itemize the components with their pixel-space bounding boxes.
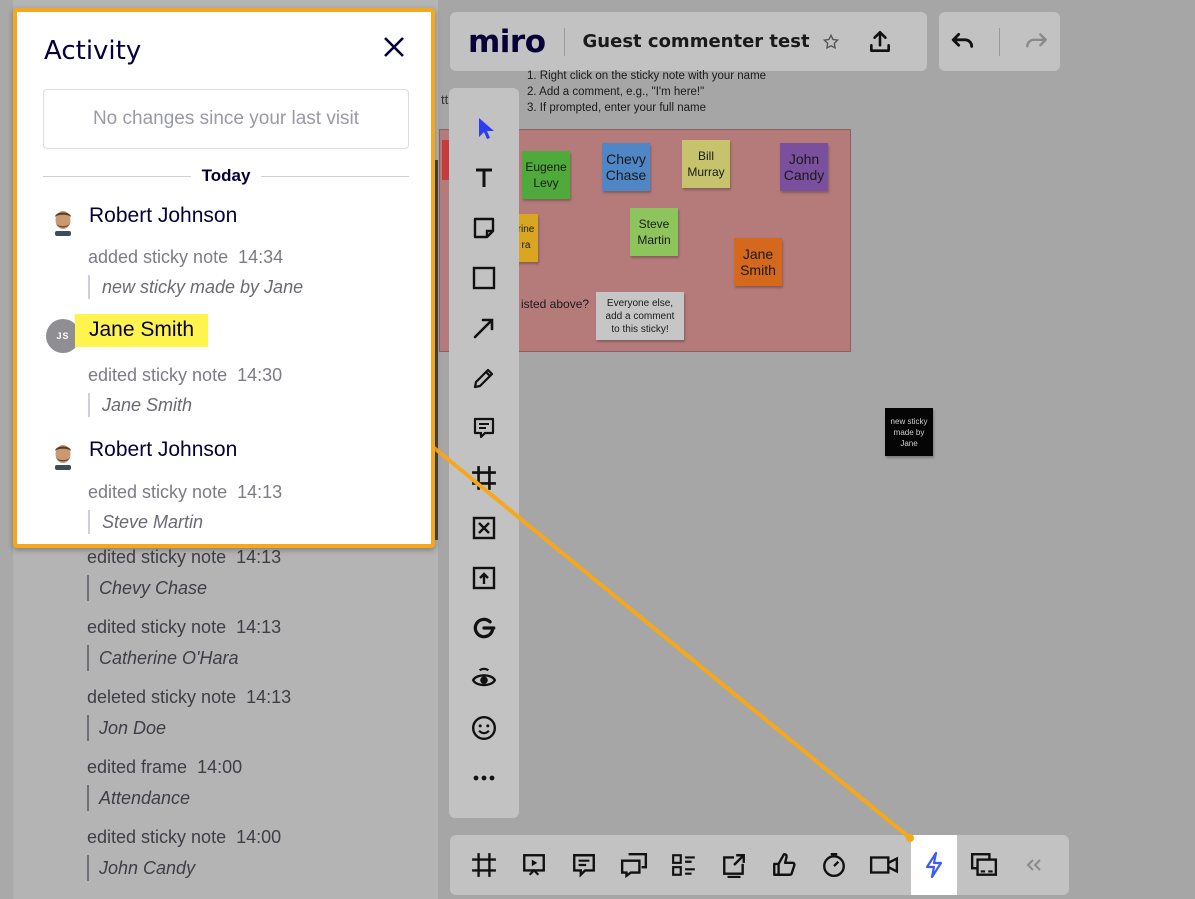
miro-logo[interactable]: miro xyxy=(468,24,546,60)
frame-question-text[interactable]: isted above? xyxy=(521,297,589,311)
comments-icon[interactable] xyxy=(564,845,604,885)
more-icon[interactable] xyxy=(464,758,504,798)
sticky-note[interactable]: Eugene Levy xyxy=(522,151,570,199)
sticky-note[interactable]: Steve Martin xyxy=(630,208,678,256)
upload-icon[interactable] xyxy=(464,558,504,598)
frame-title[interactable]: tt xyxy=(441,92,448,107)
close-icon[interactable] xyxy=(379,32,409,62)
select-icon[interactable] xyxy=(464,108,504,148)
pen-icon[interactable] xyxy=(464,358,504,398)
sticky-note[interactable]: Chevy Chase xyxy=(602,143,650,191)
card-view-icon[interactable] xyxy=(964,845,1004,885)
instruction-line: 3. If prompted, enter your full name xyxy=(527,102,706,114)
eye-icon[interactable] xyxy=(464,658,504,698)
redo-icon[interactable] xyxy=(1016,22,1056,62)
activity-entry-action: edited sticky note 14:30 xyxy=(88,365,283,385)
date-separator: Today xyxy=(43,166,409,186)
activity-entry-object[interactable]: Attendance xyxy=(87,785,190,811)
upload-icon[interactable] xyxy=(860,22,900,62)
activity-panel: Activity No changes since your last visi… xyxy=(13,8,435,548)
instructions-text[interactable]: 1. Right click on the sticky note with y… xyxy=(527,68,766,116)
divider xyxy=(999,27,1000,56)
avatar xyxy=(46,205,80,239)
voting-icon[interactable] xyxy=(764,845,804,885)
video-icon[interactable] xyxy=(864,845,904,885)
bottom-toolbar xyxy=(450,835,1069,895)
google-icon[interactable] xyxy=(464,608,504,648)
emoji-icon[interactable] xyxy=(464,708,504,748)
share-screen-icon[interactable] xyxy=(714,845,754,885)
activity-entry-action: added sticky note 14:34 xyxy=(88,247,284,267)
cards-icon[interactable] xyxy=(664,845,704,885)
sticky-note-icon[interactable] xyxy=(464,208,504,248)
text-icon[interactable] xyxy=(464,158,504,198)
sticky-note-new[interactable]: new sticky made by Jane xyxy=(885,408,933,456)
avatar xyxy=(46,439,80,473)
chat-icon[interactable] xyxy=(614,845,654,885)
date-label: Today xyxy=(201,166,251,185)
no-changes-notice: No changes since your last visit xyxy=(43,89,409,149)
activity-entry-object[interactable]: new sticky made by Jane xyxy=(88,275,303,299)
activity-icon[interactable] xyxy=(911,835,957,895)
activity-entry-action: edited sticky note 14:13 xyxy=(87,547,282,567)
star-icon[interactable] xyxy=(822,33,840,51)
activity-user-name: Jane Smith xyxy=(75,314,209,347)
presentation-icon[interactable] xyxy=(514,845,554,885)
undo-redo-bar xyxy=(939,12,1060,71)
activity-entry-object[interactable]: Jane Smith xyxy=(88,393,192,417)
frames-icon[interactable] xyxy=(464,845,504,885)
connection-line-icon[interactable] xyxy=(464,308,504,348)
shape-icon[interactable] xyxy=(464,258,504,298)
activity-entry-action: edited sticky note 14:13 xyxy=(87,617,282,637)
activity-entry-action: edited sticky note 14:00 xyxy=(87,827,282,847)
collapse-icon[interactable] xyxy=(1014,845,1054,885)
divider xyxy=(261,175,409,177)
activity-entry-object[interactable]: John Candy xyxy=(87,855,195,881)
activity-entry-object[interactable]: Jon Doe xyxy=(87,715,166,741)
activity-entry-object[interactable]: Catherine O'Hara xyxy=(87,645,239,671)
sticky-note[interactable]: Jane Smith xyxy=(734,238,782,286)
activity-user-name: Robert Johnson xyxy=(89,204,238,227)
crop-icon[interactable] xyxy=(464,508,504,548)
sticky-note[interactable]: Everyone else, add a comment to this sti… xyxy=(596,292,684,340)
activity-entry-action: edited frame 14:00 xyxy=(87,757,243,777)
top-bar: miro Guest commenter test xyxy=(450,12,927,71)
timer-icon[interactable] xyxy=(814,845,854,885)
divider xyxy=(43,175,191,177)
sticky-note[interactable]: Bill Murray xyxy=(682,140,730,188)
activity-user-name: Robert Johnson xyxy=(89,438,238,461)
activity-entry-object[interactable]: Chevy Chase xyxy=(87,575,207,601)
activity-entry-object[interactable]: Steve Martin xyxy=(88,510,203,534)
undo-icon[interactable] xyxy=(943,22,983,62)
instruction-line: 1. Right click on the sticky note with y… xyxy=(527,70,767,82)
board-title[interactable]: Guest commenter test xyxy=(583,31,810,52)
instruction-line: 2. Add a comment, e.g., "I'm here!" xyxy=(527,86,705,98)
activity-entry-action: deleted sticky note 14:13 xyxy=(87,687,292,707)
sticky-note[interactable]: John Candy xyxy=(780,143,828,191)
creation-toolbar xyxy=(449,88,519,818)
divider xyxy=(563,27,565,56)
highlighted-user-name: Jane Smith xyxy=(75,314,209,347)
comment-icon[interactable] xyxy=(464,408,504,448)
activity-entry-action: edited sticky note 14:13 xyxy=(88,482,283,502)
panel-title: Activity xyxy=(44,36,142,66)
frame-icon[interactable] xyxy=(464,458,504,498)
